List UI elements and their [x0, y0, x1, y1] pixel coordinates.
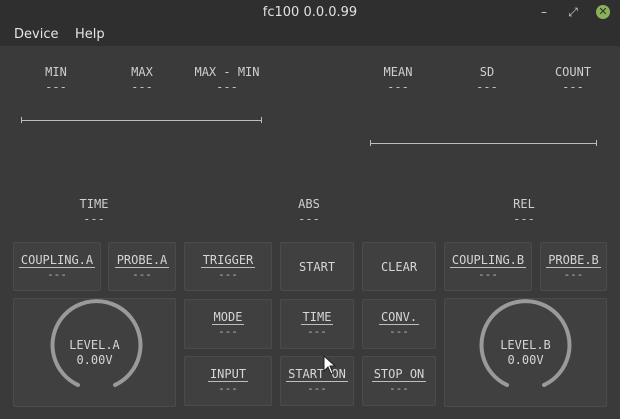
coupling-b-label: COUPLING.B [449, 253, 527, 268]
stat-max-value: --- [131, 80, 153, 94]
trigger-value: --- [218, 268, 238, 281]
mode-rel-label: REL [513, 197, 535, 211]
range-bar-right-tick-start [370, 140, 371, 146]
input-label: INPUT [207, 367, 249, 382]
restore-icon[interactable]: ⤢ [564, 3, 582, 21]
mode-time-value: --- [83, 212, 105, 226]
level-b-value: 0.00V [507, 353, 544, 367]
menu-help[interactable]: Help [75, 27, 105, 42]
time-value: --- [307, 325, 327, 338]
coupling-b-value: --- [478, 268, 498, 281]
mode-abs-label: ABS [298, 197, 320, 211]
minimize-icon[interactable]: – [535, 3, 553, 21]
probe-b-label: PROBE.B [546, 253, 601, 268]
stat-min-value: --- [45, 80, 67, 94]
conv-button[interactable]: CONV. --- [362, 299, 436, 349]
level-b-knob[interactable]: LEVEL.B 0.00V [444, 298, 607, 407]
coupling-a-label: COUPLING.A [18, 253, 96, 268]
stat-min-label: MIN [45, 65, 67, 79]
mode-abs-value: --- [298, 212, 320, 226]
mouse-cursor-icon [323, 355, 337, 375]
close-icon[interactable]: ✕ [596, 5, 610, 19]
level-a-value: 0.00V [76, 353, 113, 367]
coupling-b-button[interactable]: COUPLING.B --- [444, 242, 532, 291]
mode-time-label: TIME [79, 197, 109, 211]
stop-on-button[interactable]: STOP ON --- [362, 356, 436, 406]
clear-button[interactable]: CLEAR [362, 242, 436, 291]
stop-on-value: --- [389, 382, 409, 395]
probe-b-button[interactable]: PROBE.B --- [540, 242, 607, 291]
menu-device[interactable]: Device [14, 27, 58, 42]
range-bar-right [370, 143, 597, 144]
probe-a-button[interactable]: PROBE.A --- [108, 242, 176, 291]
trigger-button[interactable]: TRIGGER --- [184, 242, 272, 291]
coupling-a-button[interactable]: COUPLING.A --- [13, 242, 101, 291]
probe-b-value: --- [563, 268, 584, 281]
level-a-label: LEVEL.A [69, 338, 120, 352]
mode-rel-value: --- [513, 212, 535, 226]
level-b-label: LEVEL.B [500, 338, 551, 352]
mode-value: --- [218, 325, 238, 338]
stat-mean-value: --- [387, 80, 409, 94]
conv-value: --- [389, 325, 409, 338]
conv-label: CONV. [378, 310, 420, 325]
input-button[interactable]: INPUT --- [184, 356, 272, 406]
stat-count-value: --- [562, 80, 584, 94]
start-on-button[interactable]: START ON --- [280, 356, 354, 406]
level-a-knob[interactable]: LEVEL.A 0.00V [13, 298, 176, 407]
probe-a-value: --- [132, 268, 152, 281]
start-label: START [298, 259, 336, 274]
range-bar-right-tick-end [596, 140, 597, 146]
coupling-a-value: --- [47, 268, 67, 281]
range-bar-left [21, 120, 262, 121]
clear-label: CLEAR [380, 259, 418, 274]
stat-mean-label: MEAN [383, 65, 413, 79]
trigger-label: TRIGGER [200, 253, 256, 268]
stat-max-min-value: --- [216, 80, 238, 94]
stat-max-min-label: MAX - MIN [194, 65, 260, 79]
time-button[interactable]: TIME --- [280, 299, 354, 349]
stat-sd-value: --- [476, 80, 498, 94]
time-label: TIME [300, 310, 334, 325]
start-on-value: --- [307, 382, 327, 395]
mode-button[interactable]: MODE --- [184, 299, 272, 349]
stat-max-label: MAX [131, 65, 153, 79]
stat-count-label: COUNT [554, 65, 592, 79]
window-title: fc100 0.0.0.99 [262, 5, 358, 20]
input-value: --- [218, 382, 238, 395]
range-bar-left-tick-end [261, 117, 262, 123]
probe-a-label: PROBE.A [114, 253, 170, 268]
start-on-label: START ON [286, 367, 348, 382]
stop-on-label: STOP ON [371, 367, 427, 382]
start-button[interactable]: START [280, 242, 354, 291]
range-bar-left-tick-start [21, 117, 22, 123]
mode-label: MODE [211, 310, 245, 325]
stat-sd-label: SD [479, 65, 495, 79]
